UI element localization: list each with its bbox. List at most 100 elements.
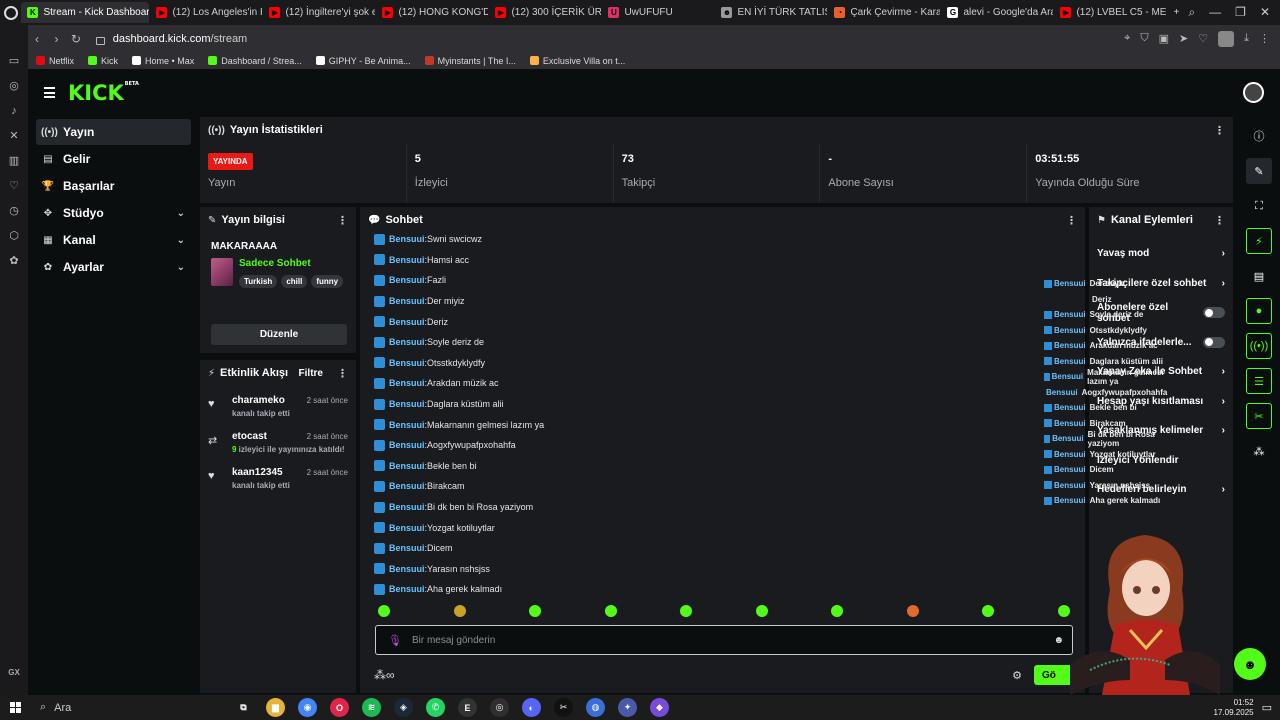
pencil-icon[interactable]: ✎ <box>1246 158 1272 184</box>
chat-settings-icon[interactable]: ⚙ <box>1012 669 1022 682</box>
chevron-down-icon[interactable]: ⌄ <box>177 208 185 219</box>
snapshot-icon[interactable]: ▣ <box>1159 32 1169 45</box>
toggle-switch[interactable] <box>1203 336 1225 348</box>
notification-icon[interactable]: ▭ <box>1262 701 1272 714</box>
chat-username[interactable]: Bensuui <box>389 584 425 594</box>
browser-tab[interactable]: ◔ Çark Çevirme - Kara <box>828 2 940 23</box>
browser-tab[interactable]: ☻ EN İYİ TÜRK TATLISI <box>715 2 827 23</box>
infinity-icon[interactable]: ⁂∞ <box>374 668 395 682</box>
shield-icon[interactable]: ⛉ <box>1140 32 1148 45</box>
chevron-right-icon[interactable]: › <box>1222 484 1225 495</box>
channel-action-row[interactable]: Yavaş mod › <box>1089 239 1233 269</box>
app-gear-icon[interactable]: ✦ <box>618 698 637 717</box>
app-purple-icon[interactable]: ◆ <box>650 698 669 717</box>
bookmark-item[interactable]: Exclusive Villa on t... <box>529 56 625 66</box>
nav-item-5[interactable]: ✿ Ayarlar ⌄ <box>36 254 191 280</box>
send-button[interactable]: Gö <box>1034 665 1074 685</box>
bookmark-item[interactable]: Dashboard / Strea... <box>208 56 302 66</box>
chat-message[interactable]: Bensuui: Makarnanın gelmesi lazım ya <box>374 414 1074 435</box>
chat-username[interactable]: Bensuui <box>389 234 425 244</box>
capture-icon[interactable]: ⛶ <box>1246 193 1272 219</box>
pin-icon[interactable]: ⌖ <box>1124 32 1130 45</box>
chevron-down-icon[interactable]: ⌄ <box>177 262 185 273</box>
workspace-icon[interactable]: ▭ <box>8 55 20 67</box>
activity-item[interactable]: ♥ charameko 2 saat önce kanalı takip etti <box>200 386 356 422</box>
send-icon[interactable]: ➤ <box>1179 32 1188 45</box>
new-tab-button[interactable]: + <box>1167 2 1187 23</box>
tiktok-icon[interactable]: ♪ <box>8 105 20 117</box>
heart-icon[interactable]: ♡ <box>1198 32 1208 45</box>
app-blue-icon[interactable]: ◍ <box>586 698 605 717</box>
chevron-down-icon[interactable]: ⌄ <box>177 235 185 246</box>
emote-icon[interactable] <box>680 605 693 617</box>
chevron-right-icon[interactable]: › <box>1222 396 1225 407</box>
chat-username[interactable]: Bensuui <box>389 543 425 553</box>
chat-message[interactable]: Bensuui: Bekle ben bi <box>374 456 1074 477</box>
emote-icon[interactable] <box>906 605 919 617</box>
chat-username[interactable]: Bensuui <box>389 502 425 512</box>
start-button[interactable] <box>0 702 30 713</box>
microphone-icon[interactable]: 🎙 <box>388 634 402 647</box>
emote-icon[interactable] <box>982 605 995 617</box>
chevron-right-icon[interactable]: › <box>1222 248 1225 259</box>
chat-username[interactable]: Bensuui <box>389 399 425 409</box>
activity-username[interactable]: etocast <box>232 431 267 442</box>
whatsapp-icon[interactable]: ✆ <box>426 698 445 717</box>
chat-message[interactable]: Bensuui: Yozgat kotiluytlar <box>374 517 1074 538</box>
activity-options-icon[interactable]: ⋮ <box>337 367 348 380</box>
cube-icon[interactable]: ⬡ <box>8 230 20 242</box>
download-icon[interactable]: ⤓ <box>1244 32 1249 45</box>
chat-username[interactable]: Bensuui <box>389 255 425 265</box>
toggle-switch[interactable] <box>1203 307 1225 319</box>
emote-icon[interactable] <box>831 605 844 617</box>
taskbar-search[interactable]: ⌕ Ara <box>30 695 210 720</box>
bookmark-item[interactable]: Kick <box>88 56 118 66</box>
chat-message[interactable]: Bensuui: Aogxfywupafpxohahfa <box>374 435 1074 456</box>
nav-item-2[interactable]: 🏆 Başarılar <box>36 173 191 199</box>
info-icon[interactable]: ⓘ <box>1246 123 1272 149</box>
stream-tag[interactable]: funny <box>311 275 344 288</box>
filter-button[interactable]: Filtre <box>299 368 323 379</box>
chat-username[interactable]: Bensuui <box>389 564 425 574</box>
chat-message-input[interactable] <box>411 634 1054 646</box>
opera-gx-icon[interactable]: O <box>330 698 349 717</box>
bookmark-item[interactable]: Netflix <box>36 56 74 66</box>
forward-icon[interactable]: › <box>47 32 66 46</box>
chat-icon[interactable]: ● <box>1246 298 1272 324</box>
hamburger-menu-icon[interactable] <box>44 87 55 101</box>
close-window-icon[interactable]: ✕ <box>1260 5 1270 20</box>
chat-username[interactable]: Bensuui <box>389 317 425 327</box>
chevron-right-icon[interactable]: › <box>1222 425 1225 436</box>
stream-tag[interactable]: chill <box>281 275 308 288</box>
nav-item-0[interactable]: ((•)) Yayın <box>36 119 191 145</box>
browser-tab[interactable]: U UwUFUFU <box>602 2 714 23</box>
chat-username[interactable]: Bensuui <box>389 337 425 347</box>
chat-username[interactable]: Bensuui <box>389 275 425 285</box>
actions-options-icon[interactable]: ⋮ <box>1214 214 1225 227</box>
emote-icon[interactable] <box>755 605 768 617</box>
browser-tab[interactable]: Galevi - Google'da Ara <box>941 2 1053 23</box>
chat-input-box[interactable]: 🎙 ☻ <box>375 625 1073 655</box>
spotify-icon[interactable]: ≋ <box>362 698 381 717</box>
capcut-icon[interactable]: ✂ <box>554 698 573 717</box>
dots-icon[interactable]: ⁂ <box>1246 438 1272 464</box>
messenger-icon[interactable]: ◎ <box>8 80 20 92</box>
epic-games-icon[interactable]: E <box>458 698 477 717</box>
bolt-icon[interactable]: ⚡ <box>1246 228 1272 254</box>
history-icon[interactable]: ◷ <box>8 205 20 217</box>
task-view-icon[interactable]: ⧉ <box>234 698 253 717</box>
browser-tab[interactable]: KStream - Kick Dashboard✕ <box>21 2 150 23</box>
reload-icon[interactable]: ↻ <box>66 32 85 46</box>
nav-item-3[interactable]: ✥ Stüdyo ⌄ <box>36 200 191 226</box>
browser-tab[interactable]: ▶ (12) LVBEL C5 - MEH <box>1054 2 1166 23</box>
back-icon[interactable]: ‹ <box>27 32 46 46</box>
chat-message[interactable]: Bensuui: Daglara küstüm alii <box>374 394 1074 415</box>
layout-icon[interactable]: ☰ <box>1246 368 1272 394</box>
chat-message[interactable]: Bensuui: Hamsi acc <box>374 250 1074 271</box>
clipboard-icon[interactable]: ▤ <box>1246 263 1272 289</box>
discord-icon[interactable]: ◐ <box>522 698 541 717</box>
chat-username[interactable]: Bensuui <box>389 420 425 430</box>
menu-icon[interactable]: ⋮ <box>1259 32 1270 45</box>
chat-username[interactable]: Bensuui <box>389 378 425 388</box>
gx-logo[interactable]: GX <box>8 668 20 677</box>
